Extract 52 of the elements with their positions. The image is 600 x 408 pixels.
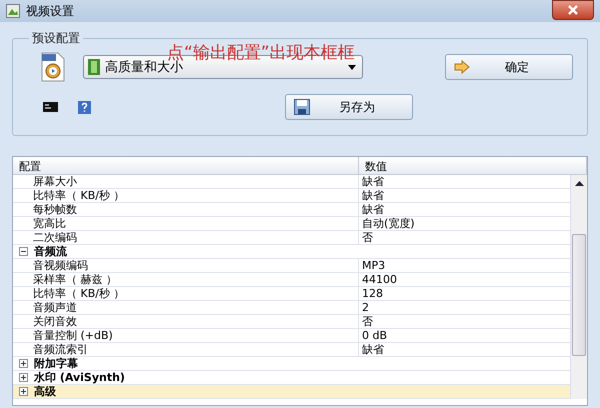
property-value[interactable]: 缺省 — [359, 343, 570, 356]
app-icon — [6, 4, 20, 18]
property-value[interactable]: 128 — [359, 287, 570, 300]
property-name: 二次编码 — [13, 231, 359, 244]
property-name: 音频流索引 — [13, 343, 359, 356]
property-value[interactable]: 缺省 — [359, 175, 570, 188]
group-title: 高级 — [34, 385, 56, 398]
property-name: 宽高比 — [13, 217, 359, 230]
property-name: 每秒帧数 — [13, 203, 359, 216]
scrollbar[interactable] — [570, 175, 587, 399]
property-value[interactable]: 否 — [359, 315, 570, 328]
group-row[interactable]: 高级 — [13, 385, 570, 399]
group-row[interactable]: 音频流 — [13, 245, 570, 259]
save-as-button[interactable]: 另存为 — [285, 94, 413, 120]
caret-icon — [348, 64, 356, 70]
film-icon — [88, 59, 100, 75]
arrow-icon — [454, 60, 470, 74]
collapse-icon[interactable] — [19, 247, 28, 256]
property-name: 屏幕大小 — [13, 175, 359, 188]
ok-button[interactable]: 确定 — [445, 54, 573, 80]
expand-icon[interactable] — [19, 373, 28, 382]
expand-icon[interactable] — [19, 359, 28, 368]
property-name: 音视频编码 — [13, 259, 359, 272]
property-name: 比特率（ KB/秒 ） — [13, 189, 359, 202]
group-title: 音频流 — [34, 245, 67, 258]
window-title: 视频设置 — [26, 2, 74, 20]
property-value[interactable]: MP3 — [359, 259, 570, 272]
console-icon[interactable] — [43, 102, 58, 112]
property-value[interactable]: 否 — [359, 231, 570, 244]
property-name: 音频声道 — [13, 301, 359, 314]
group-title: 附加字幕 — [34, 357, 78, 370]
group-label: 预设配置 — [31, 30, 81, 47]
property-name: 关闭音效 — [13, 315, 359, 328]
expand-icon[interactable] — [19, 387, 28, 396]
property-value[interactable]: 2 — [359, 301, 570, 314]
property-name: 音量控制 (+dB) — [13, 329, 359, 342]
column-header[interactable]: 配置 — [13, 157, 359, 176]
property-value[interactable]: 0 dB — [359, 329, 570, 342]
property-name: 采样率（ 赫兹 ） — [13, 273, 359, 286]
property-value[interactable]: 自动(宽度) — [359, 217, 570, 230]
property-name: 比特率（ KB/秒 ） — [13, 287, 359, 300]
scroll-thumb[interactable] — [572, 234, 586, 356]
close-button[interactable] — [552, 0, 594, 20]
help-icon[interactable] — [78, 100, 91, 114]
property-value[interactable]: 缺省 — [359, 203, 570, 216]
group-row[interactable]: 附加字幕 — [13, 357, 570, 371]
avi-file-icon — [41, 52, 65, 82]
property-value[interactable]: 44100 — [359, 273, 570, 286]
property-value[interactable]: 缺省 — [359, 189, 570, 202]
scroll-up-icon[interactable] — [574, 181, 584, 186]
close-icon — [568, 5, 578, 15]
group-title: 水印 (AviSynth) — [34, 371, 125, 384]
